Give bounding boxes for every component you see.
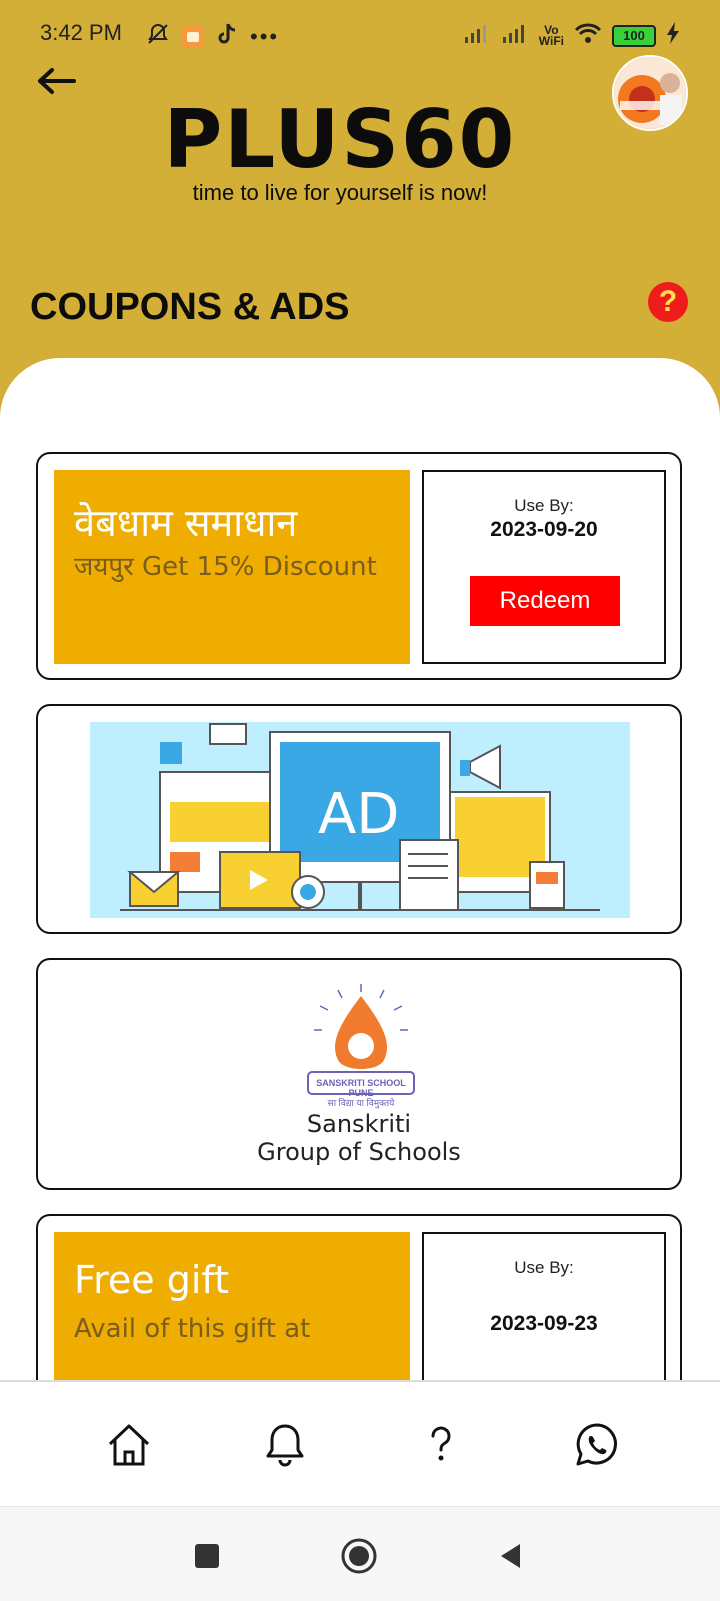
coupon-card: Free gift Avail of this gift at Use By: … (36, 1214, 682, 1380)
use-by-date: 2023-09-20 (490, 518, 598, 541)
coupon-subtitle: जयपुर Get 15% Discount (74, 552, 377, 582)
coupon-validity: Use By: 2023-09-20 Redeem (422, 470, 666, 664)
brand-block: PLUS60 time to live for yourself is now! (160, 100, 520, 206)
mute-icon (146, 22, 170, 51)
header: 3:42 PM ••• Vo WiFi 100 PLUS60 time to l… (0, 0, 720, 420)
home-icon (108, 1424, 150, 1466)
brand-tagline: time to live for yourself is now! (192, 180, 488, 205)
recent-apps-button[interactable] (182, 1531, 232, 1581)
home-system-button[interactable] (334, 1531, 384, 1581)
redeem-button[interactable]: Redeem (470, 576, 620, 626)
ad-text: AD (318, 782, 400, 847)
school-name-line1: Sanskriti (306, 1110, 412, 1138)
brand-logo: PLUS60 (163, 93, 517, 186)
status-time: 3:42 PM (40, 20, 122, 45)
back-button[interactable] (30, 58, 80, 108)
status-icons-right: Vo WiFi 100 (463, 22, 680, 49)
question-icon (431, 1426, 451, 1461)
coupon-info: Free gift Avail of this gift at (54, 1232, 410, 1380)
gallery-app-icon (182, 25, 204, 48)
square-icon (195, 1544, 219, 1568)
nav-notifications[interactable] (240, 1400, 330, 1490)
battery-indicator: 100 (612, 24, 656, 47)
coupon-validity: Use By: 2023-09-23 (422, 1232, 666, 1380)
wifi-icon (574, 22, 602, 49)
charging-icon (666, 22, 680, 49)
profile-picture-icon (614, 57, 686, 129)
nav-help[interactable] (396, 1400, 486, 1490)
circle-icon (341, 1538, 377, 1574)
use-by-date: 2023-09-23 (490, 1312, 598, 1335)
triangle-back-icon (501, 1544, 520, 1568)
use-by-label: Use By: (514, 496, 574, 515)
bottom-nav (0, 1380, 720, 1506)
tiktok-icon (216, 22, 238, 51)
ad-banner[interactable]: AD (90, 722, 630, 918)
nav-whatsapp[interactable] (552, 1400, 642, 1490)
vowifi-icon: Vo WiFi (538, 22, 564, 48)
coupon-info: वेबधाम समाधान जयपुर Get 15% Discount (54, 470, 410, 664)
system-nav-bar (0, 1506, 720, 1601)
school-name-line2: Group of Schools (257, 1138, 461, 1166)
coupon-card: वेबधाम समाधान जयपुर Get 15% Discount Use… (36, 452, 682, 680)
signal-icon (463, 23, 491, 48)
status-icons-left: ••• (146, 22, 279, 51)
page-title: COUPONS & ADS (30, 286, 350, 328)
help-button[interactable]: ? (648, 282, 688, 322)
coupon-title: वेबधाम समाधान (74, 501, 298, 545)
school-seal-text: SANSKRITI SCHOOL PUNE (316, 1078, 406, 1098)
school-ad-card[interactable]: SANSKRITI SCHOOL PUNE सा विद्या या विमुक… (36, 958, 682, 1190)
back-system-button[interactable] (486, 1531, 536, 1581)
signal-icon-2 (501, 23, 529, 48)
content-sheet[interactable]: वेबधाम समाधान जयपुर Get 15% Discount Use… (0, 358, 720, 1380)
use-by-label: Use By: (514, 1258, 574, 1277)
ad-card[interactable]: AD (36, 704, 682, 934)
arrow-left-icon (38, 68, 76, 94)
bell-icon (266, 1424, 304, 1467)
status-bar: 3:42 PM ••• Vo WiFi 100 (0, 0, 720, 70)
school-motto: सा विद्या या विमुक्तये (327, 1098, 395, 1108)
more-icon: ••• (250, 23, 280, 49)
coupon-subtitle: Avail of this gift at (74, 1314, 311, 1344)
coupon-title: Free gift (74, 1258, 230, 1302)
avatar[interactable] (612, 55, 688, 131)
nav-home[interactable] (84, 1400, 174, 1490)
whatsapp-icon (576, 1423, 617, 1466)
school-name: Sanskriti Group of Schools (38, 1110, 680, 1166)
